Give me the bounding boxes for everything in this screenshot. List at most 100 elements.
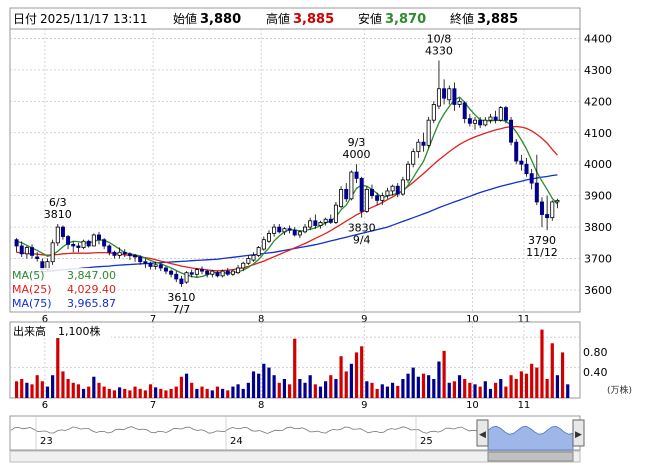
candle-body <box>194 269 199 275</box>
volume-bar <box>437 361 441 398</box>
volume-bar <box>396 385 400 398</box>
candle-body <box>498 107 503 121</box>
navigator-year-25: 25 <box>420 436 433 447</box>
candle-body <box>225 270 230 275</box>
annotation-date-9/4: 9/4 <box>353 234 371 247</box>
volume-bar <box>509 375 513 398</box>
volume-bar <box>123 388 127 398</box>
candle-body <box>107 245 112 253</box>
navigator-left-arrow-icon[interactable]: ◀ <box>479 430 486 440</box>
candle <box>406 161 411 184</box>
volume-bar <box>112 390 117 398</box>
candle-body <box>333 204 338 223</box>
candle-body <box>143 261 148 264</box>
annotation-value-6/3: 3810 <box>44 208 72 221</box>
volume-current: 1,100株 <box>58 324 101 338</box>
candle-body <box>550 201 555 219</box>
volume-bar <box>354 352 359 398</box>
candle-body <box>76 245 81 248</box>
candle-body <box>251 254 256 261</box>
navigator-right-handle[interactable]: ▶ <box>572 419 585 447</box>
candle-body <box>153 264 158 267</box>
candle-body <box>35 256 40 259</box>
volume-bar <box>432 379 436 398</box>
candle-body <box>205 270 210 275</box>
navigator-left-handle[interactable]: ◀ <box>476 419 489 447</box>
candle-body <box>483 119 488 126</box>
annotation-value-9/3: 4000 <box>343 148 371 161</box>
volume-bar <box>550 343 554 398</box>
volume-xtick-8: 8 <box>258 400 264 411</box>
candle-body <box>55 226 60 244</box>
candle-body <box>308 220 313 228</box>
volume-bar <box>298 379 302 398</box>
navigator-year-24: 24 <box>230 436 243 447</box>
candle <box>55 223 60 246</box>
volume-bar <box>416 376 420 398</box>
candle-body <box>24 247 29 255</box>
candle-body <box>509 119 514 143</box>
volume-xtick-7: 7 <box>150 400 156 411</box>
volume-bar <box>478 386 482 398</box>
navigator-right-arrow-icon[interactable]: ▶ <box>575 430 582 440</box>
volume-bar <box>385 386 390 398</box>
candle <box>50 239 55 265</box>
volume-bar <box>97 382 101 398</box>
volume-bar <box>313 384 317 398</box>
candle-body <box>524 163 529 175</box>
volume-bar <box>411 367 415 398</box>
volume-bar <box>303 382 307 398</box>
low-value: 3,870 <box>385 12 426 27</box>
volume-bar <box>473 384 477 398</box>
candle-body <box>210 270 215 275</box>
candle-body <box>277 226 282 233</box>
candle-body <box>81 240 86 248</box>
navigator-selected-range[interactable] <box>487 425 574 451</box>
volume-bar <box>246 382 250 398</box>
volume-bar <box>452 381 457 398</box>
volume-bar <box>81 388 86 398</box>
candle-body <box>174 273 179 280</box>
candle-body <box>349 171 354 200</box>
close-label: 終値 <box>450 11 474 26</box>
candle-body <box>400 179 405 195</box>
volume-bar <box>447 382 451 398</box>
volume-xtick-9: 9 <box>361 400 367 411</box>
navigator-scrollbar-thumb[interactable] <box>487 451 574 462</box>
volume-bar <box>184 373 189 398</box>
volume-bar <box>215 386 220 398</box>
low-label: 安値 <box>358 11 382 26</box>
volume-bar <box>514 379 518 398</box>
volume-bar <box>154 387 158 398</box>
candle-body <box>303 226 308 233</box>
candle <box>333 201 338 224</box>
ma5-legend-name: MA(5) <box>12 269 45 282</box>
volume-bar <box>442 350 446 398</box>
candle-body <box>318 221 323 226</box>
volume-bar <box>267 367 271 398</box>
candle <box>86 239 91 248</box>
candle-body <box>215 272 220 277</box>
candle-body <box>297 231 302 236</box>
price-ytick-4200: 4200 <box>584 95 612 108</box>
price-ytick-3600: 3600 <box>584 284 612 297</box>
volume-bar <box>566 384 570 398</box>
volume-bar <box>560 352 565 398</box>
volume-bar <box>231 386 235 398</box>
volume-bar <box>349 363 353 398</box>
candle-body <box>416 141 421 153</box>
date-label: 日付 <box>13 12 37 26</box>
volume-bar <box>287 384 292 398</box>
candle-body <box>163 267 168 272</box>
volume-bar <box>555 375 560 398</box>
volume-bar <box>324 381 328 398</box>
candle-body <box>66 236 71 245</box>
candle-body <box>112 251 117 256</box>
volume-bar <box>488 388 493 398</box>
volume-bar <box>87 386 91 398</box>
candle-body <box>256 247 261 256</box>
candle-body <box>117 251 122 256</box>
volume-bar <box>427 375 431 398</box>
candle-body <box>122 251 127 255</box>
candle-body <box>457 100 462 105</box>
